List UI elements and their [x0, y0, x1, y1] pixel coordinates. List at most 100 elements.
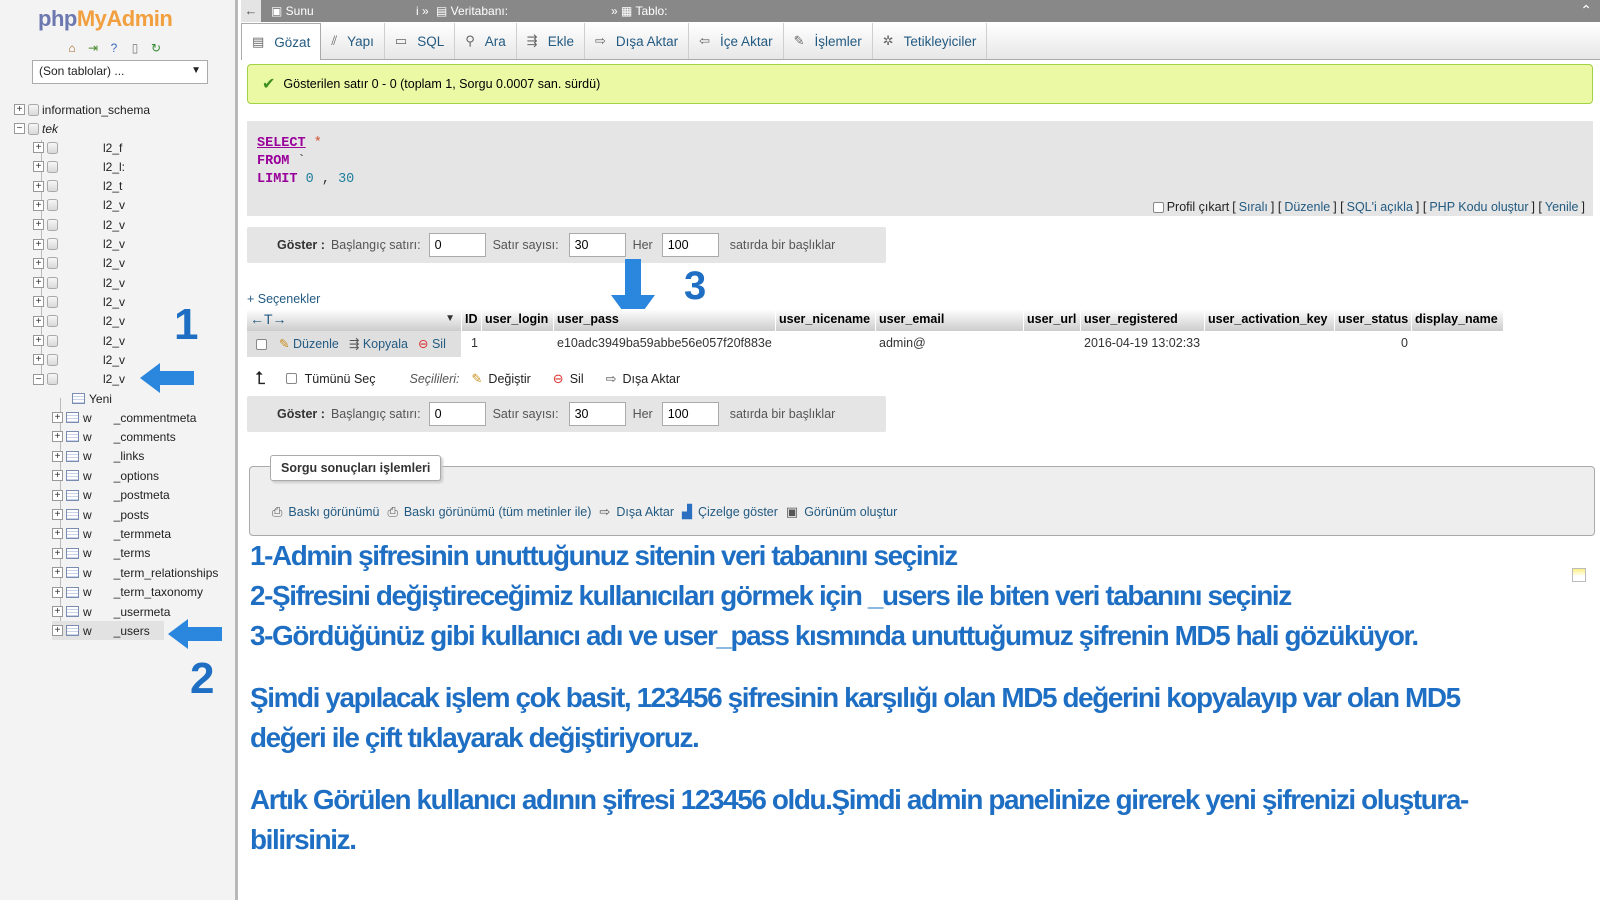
delete-row-button[interactable]: ⊖ Sil — [418, 332, 446, 356]
header-every-input[interactable] — [661, 402, 719, 426]
tree-subdatabase[interactable]: + l2_t — [33, 177, 122, 196]
expand-icon[interactable]: + — [14, 104, 25, 115]
column-header-user_pass[interactable]: user_pass — [554, 309, 776, 331]
breadcrumb-server[interactable]: ▣ Sunu — [271, 4, 314, 18]
tree-table[interactable]: + w _comments — [52, 427, 176, 446]
cell-user_pass[interactable]: e10adc3949ba59abbe56e057f20f883e — [554, 331, 776, 357]
expand-icon[interactable]: + — [33, 161, 44, 173]
create-view-button[interactable]: ▣ Görünüm oluştur — [786, 504, 897, 520]
cell-ID[interactable]: 1 — [462, 331, 482, 357]
expand-icon[interactable]: + — [33, 335, 44, 346]
tree-subdatabase[interactable]: + l2_v — [33, 273, 125, 292]
collapse-icon[interactable]: − — [14, 123, 25, 134]
tab-search[interactable]: ⚲ Ara — [455, 23, 517, 59]
check-all-label[interactable]: Tümünü Seç — [305, 372, 376, 386]
tab-sql[interactable]: ▭ SQL — [385, 23, 456, 59]
tree-table[interactable]: + w _options — [52, 466, 159, 485]
expand-icon[interactable]: + — [52, 625, 63, 637]
expand-icon[interactable]: + — [52, 412, 63, 423]
expand-icon[interactable]: + — [33, 219, 44, 231]
inline-edit-link[interactable]: Sıralı — [1239, 200, 1268, 214]
tab-browse[interactable]: ▤ Gözat — [241, 23, 322, 60]
tab-triggers[interactable]: ✲ Tetikleyiciler — [873, 23, 988, 59]
refresh-link[interactable]: Yenile — [1545, 200, 1579, 214]
cell-user_url[interactable] — [1024, 331, 1081, 357]
expand-icon[interactable]: + — [52, 509, 63, 520]
tree-subdatabase[interactable]: + l2_l: — [33, 157, 125, 176]
expand-icon[interactable]: + — [52, 528, 63, 540]
column-arrows-header[interactable]: ←T→ ▼ — [247, 309, 462, 331]
sort-dropdown-icon[interactable]: ▼ — [445, 309, 455, 329]
column-header-user_nicename[interactable]: user_nicename — [776, 309, 876, 331]
tree-subdatabase[interactable]: + l2_v — [33, 331, 125, 350]
export-button[interactable]: ⇨ Dışa Aktar — [599, 504, 674, 520]
column-header-display_name[interactable]: display_name — [1412, 309, 1504, 331]
print-view-full-button[interactable]: ⎙ Baskı görünümü (tüm metinler ile) — [387, 504, 591, 520]
profile-checkbox[interactable] — [1152, 201, 1164, 213]
expand-icon[interactable]: + — [33, 180, 44, 192]
expand-icon[interactable]: + — [52, 431, 63, 443]
check-all-checkbox[interactable] — [285, 373, 297, 384]
delete-selected-button[interactable]: ⊖ Sil — [553, 371, 584, 387]
edit-query-link[interactable]: Düzenle — [1284, 200, 1330, 214]
column-header-user_login[interactable]: user_login — [482, 309, 554, 331]
sql-code[interactable]: SELECT * FROM ` LIMIT 0 , 30 — [257, 135, 354, 189]
expand-icon[interactable]: + — [33, 296, 44, 308]
logout-icon[interactable]: ⇥ — [84, 40, 102, 55]
column-header-user_email[interactable]: user_email — [876, 309, 1024, 331]
tree-new-table[interactable]: Yeni — [72, 389, 112, 408]
expand-icon[interactable]: + — [33, 238, 44, 250]
tree-table[interactable]: + w _terms — [52, 544, 150, 563]
breadcrumb-table[interactable]: ▦ Tablo: — [621, 4, 668, 18]
row-checkbox[interactable] — [256, 338, 267, 350]
row-count-input[interactable] — [568, 402, 626, 426]
cell-user_status[interactable]: 0 — [1335, 331, 1412, 357]
cell-user_email[interactable]: admin@ — [876, 331, 1024, 357]
tree-subdatabase[interactable]: + l2_v — [33, 292, 125, 311]
tree-subdatabase[interactable]: + l2_f — [33, 138, 122, 157]
expand-icon[interactable]: + — [52, 567, 63, 579]
expand-icon[interactable]: + — [33, 257, 44, 269]
tree-table[interactable]: + w _links — [52, 447, 144, 466]
cell-user_activation_key[interactable] — [1205, 331, 1335, 357]
tree-table[interactable]: + w _posts — [52, 505, 149, 524]
tree-table[interactable]: + w _term_taxonomy — [52, 583, 203, 602]
column-header-user_activation_key[interactable]: user_activation_key — [1205, 309, 1335, 331]
change-selected-button[interactable]: ✎ Değiştir — [472, 371, 531, 387]
tree-subdatabase[interactable]: + l2_v — [33, 215, 125, 234]
tree-subdatabase[interactable]: + l2_v — [33, 254, 125, 273]
column-header-user_url[interactable]: user_url — [1024, 309, 1081, 331]
tree-subdatabase[interactable]: − l2_v — [33, 370, 125, 389]
expand-icon[interactable]: + — [33, 315, 44, 327]
expand-icon[interactable]: + — [52, 450, 63, 462]
start-row-input[interactable] — [428, 233, 486, 257]
column-move-arrows[interactable]: ←T→ — [250, 311, 287, 327]
explain-sql-link[interactable]: SQL'i açıkla — [1347, 200, 1413, 214]
recent-tables-select[interactable]: (Son tablolar) ... ▼ — [32, 60, 208, 84]
tab-import[interactable]: ⇦ İçe Aktar — [689, 23, 784, 59]
column-header-user_status[interactable]: user_status — [1335, 309, 1412, 331]
edit-row-button[interactable]: ✎ Düzenle — [279, 332, 339, 356]
column-header-ID[interactable]: ID — [462, 309, 482, 331]
docs-icon[interactable]: ▯ — [126, 40, 144, 55]
tab-operations[interactable]: ✎ İşlemler — [784, 23, 873, 59]
expand-icon[interactable]: + — [52, 489, 63, 501]
tree-table[interactable]: + w _users — [52, 621, 164, 641]
home-icon[interactable]: ⌂ — [63, 40, 81, 55]
tree-table[interactable]: + w _postmeta — [52, 486, 170, 505]
back-arrow-icon[interactable]: ← — [241, 0, 261, 22]
help-icon[interactable]: ? — [105, 40, 123, 55]
tree-database[interactable]: + information_schema — [14, 100, 150, 119]
copy-row-button[interactable]: ⇶ Kopyala — [349, 332, 408, 356]
column-header-user_registered[interactable]: user_registered — [1081, 309, 1205, 331]
tab-insert[interactable]: ⇶ Ekle — [517, 23, 585, 59]
cell-user_login[interactable] — [482, 331, 554, 357]
phpmyadmin-logo[interactable]: phpMyAdmin — [38, 6, 173, 32]
header-every-input[interactable] — [661, 233, 719, 257]
start-row-input[interactable] — [428, 402, 486, 426]
display-chart-button[interactable]: ▟ Çizelge göster — [682, 504, 778, 520]
reload-icon[interactable]: ↻ — [147, 40, 165, 55]
tree-subdatabase[interactable]: + l2_v — [33, 312, 125, 331]
tree-table[interactable]: + w _term_relationships — [52, 563, 218, 582]
tree-table[interactable]: + w _commentmeta — [52, 408, 196, 427]
